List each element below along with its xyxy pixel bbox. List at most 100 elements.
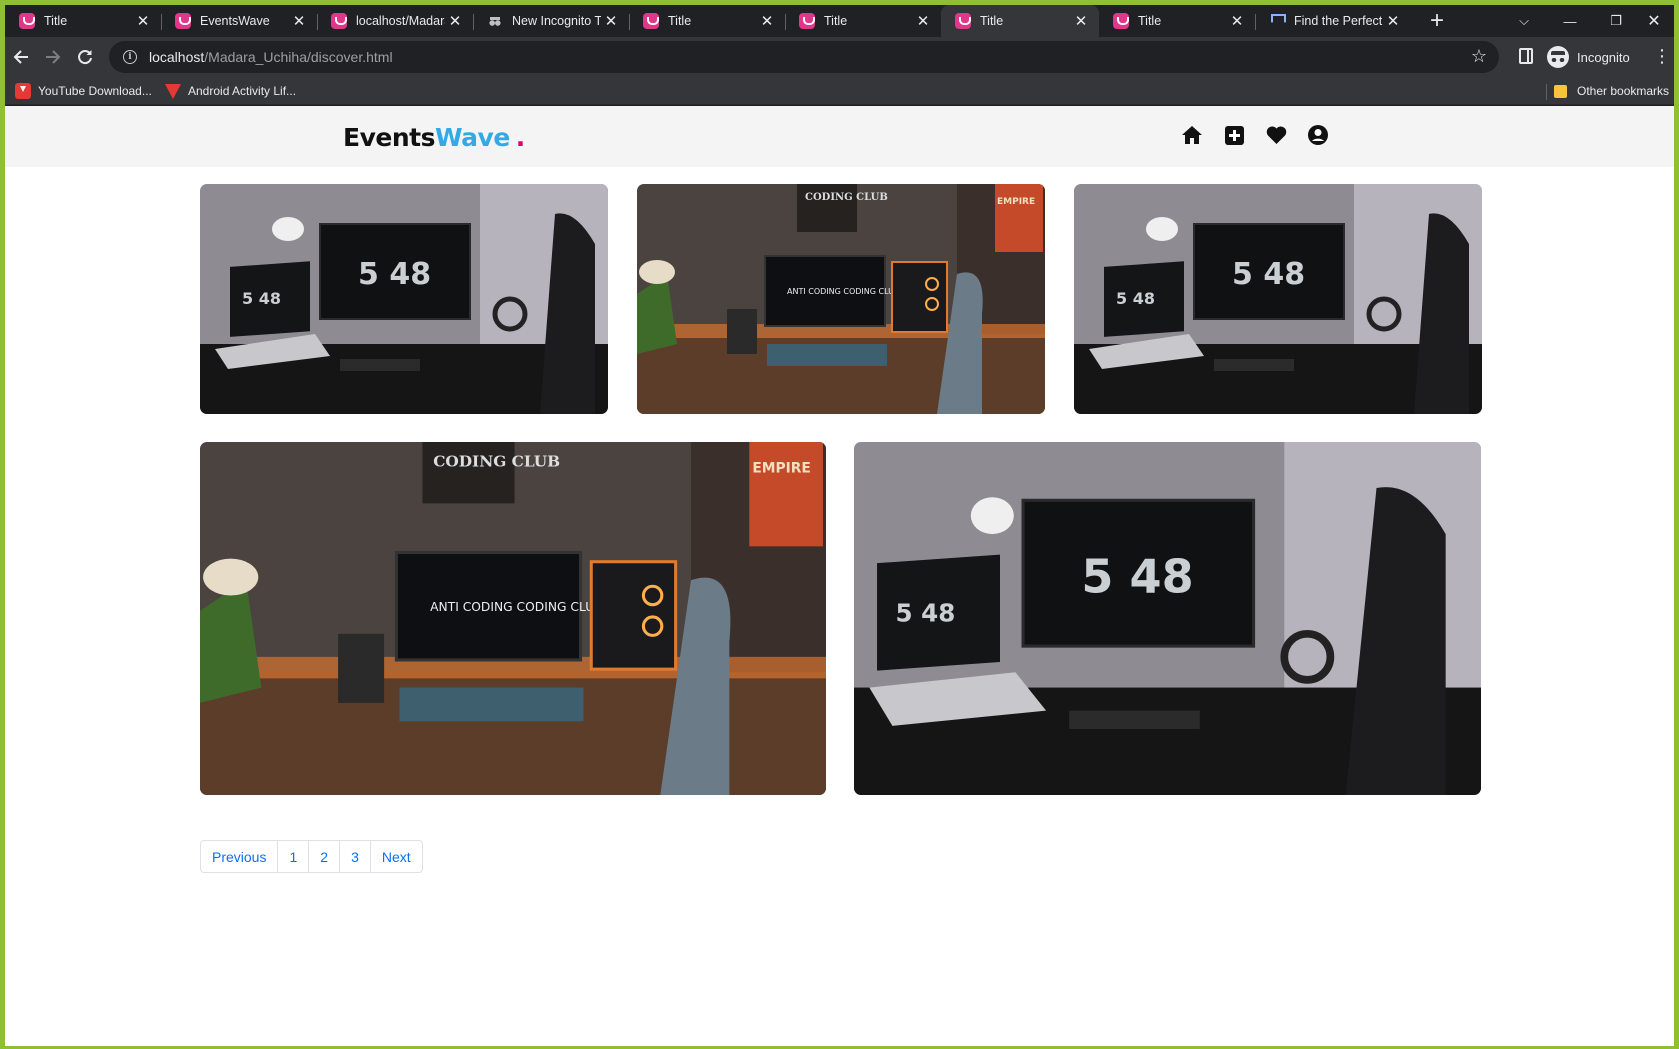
kebab-menu-icon[interactable]: ⋮ (1653, 45, 1671, 67)
site-nav (1181, 124, 1329, 146)
svg-text:5 48: 5 48 (895, 599, 955, 628)
bookmarks-separator (1546, 84, 1547, 100)
monitor-text: ANTI CODING CODING CLUB (787, 287, 900, 296)
pagination-previous[interactable]: Previous (200, 840, 279, 873)
close-window-button[interactable]: ✕ (1631, 5, 1674, 37)
pagination-page-3[interactable]: 3 (339, 840, 371, 873)
tab-title: EventsWave (200, 14, 270, 28)
tab-close-icon[interactable]: ✕ (1071, 12, 1091, 30)
tab-close-icon[interactable]: ✕ (445, 12, 465, 30)
tab-close-icon[interactable]: ✕ (757, 12, 777, 30)
site-logo[interactable]: EventsWave. (343, 123, 525, 152)
back-arrow-icon (13, 50, 28, 64)
tab-search-button[interactable]: ⌵ (1501, 5, 1547, 37)
tab-4[interactable]: New Incognito Ta ✕ (473, 5, 629, 37)
site-info-icon[interactable]: i (123, 50, 137, 64)
tab-5[interactable]: Title ✕ (629, 5, 785, 37)
coding-club-desk-photo: CODING CLUB EMPIRE ANTI CODING CODING CL… (200, 442, 826, 795)
logo-part-wave: Wave (434, 123, 510, 152)
bookmark-youtube-downloader[interactable]: YouTube Download... (15, 81, 152, 101)
minimize-button[interactable]: — (1547, 5, 1593, 37)
tab-close-icon[interactable]: ✕ (601, 12, 621, 30)
forward-arrow-icon (46, 50, 61, 64)
new-tab-button[interactable]: + (1430, 7, 1444, 35)
bookmark-star-icon[interactable]: ☆ (1471, 46, 1487, 67)
tab-3[interactable]: localhost/Madara ✕ (317, 5, 473, 37)
eventswave-favicon-icon (799, 13, 815, 29)
monitor-text: ANTI CODING CODING CLUB (430, 600, 602, 614)
gallery-image-1[interactable]: 5 48 5 48 (200, 184, 608, 414)
flag-icon (1269, 13, 1285, 29)
eventswave-favicon-icon (175, 13, 191, 29)
eventswave-favicon-icon (643, 13, 659, 29)
coding-club-desk-photo: CODING CLUB EMPIRE ANTI CODING CODING CL… (637, 184, 1045, 414)
url-path: /Madara_Uchiha/discover.html (204, 49, 393, 65)
tab-title: Title (1138, 14, 1162, 28)
tab-title: Find the Perfect I (1294, 14, 1383, 28)
gallery-image-5[interactable]: 5 48 5 48 (854, 442, 1481, 795)
tab-title: New Incognito Ta (512, 14, 601, 28)
incognito-icon (1547, 46, 1569, 68)
clock-text: 5 48 (1232, 257, 1305, 292)
pagination: Previous 1 2 3 Next (200, 840, 423, 873)
forward-button[interactable] (39, 43, 67, 71)
tab-close-icon[interactable]: ✕ (289, 12, 309, 30)
eventswave-favicon-icon (1113, 13, 1129, 29)
pagination-page-1[interactable]: 1 (277, 840, 310, 873)
address-bar[interactable]: i localhost /Madara_Uchiha/discover.html… (109, 41, 1499, 73)
tab-strip: Title ✕ EventsWave ✕ localhost/Madara ✕ … (5, 5, 1674, 37)
gallery-image-4[interactable]: CODING CLUB EMPIRE ANTI CODING CODING CL… (200, 442, 826, 795)
pagination-page-2[interactable]: 2 (308, 840, 341, 873)
user-profile-icon[interactable] (1307, 124, 1329, 146)
svg-text:5 48: 5 48 (242, 289, 281, 308)
bookmark-android-activity[interactable]: Android Activity Lif... (165, 81, 296, 101)
tab-7-active[interactable]: Title ✕ (941, 5, 1099, 37)
other-bookmarks[interactable]: Other bookmarks (1554, 81, 1669, 101)
pagination-next[interactable]: Next (369, 840, 423, 873)
browser-toolbar: i localhost /Madara_Uchiha/discover.html… (5, 37, 1674, 77)
other-bookmarks-label: Other bookmarks (1577, 84, 1670, 98)
home-icon[interactable] (1181, 124, 1203, 146)
svg-text:5 48: 5 48 (1116, 289, 1155, 308)
tab-title: localhost/Madara (356, 14, 445, 28)
side-poster-text: EMPIRE (752, 461, 810, 477)
logo-part-events: Events (343, 123, 435, 152)
vue-logo-icon (165, 83, 181, 99)
folder-icon (1554, 84, 1567, 98)
favorites-heart-icon[interactable] (1265, 124, 1287, 146)
bookmark-label: Android Activity Lif... (188, 84, 297, 98)
tab-2[interactable]: EventsWave ✕ (161, 5, 317, 37)
tab-close-icon[interactable]: ✕ (1227, 12, 1247, 30)
gallery-image-3[interactable]: 5 48 5 48 (1074, 184, 1482, 414)
tab-close-icon[interactable]: ✕ (1383, 12, 1403, 30)
page-viewport: EventsWave. 5 48 5 48 CODING CLUB EMPIRE… (5, 106, 1674, 1046)
youtube-downloader-icon (15, 83, 31, 99)
tab-1[interactable]: Title ✕ (5, 5, 161, 37)
back-button[interactable] (7, 43, 35, 71)
desk-setup-photo: 5 48 5 48 (854, 442, 1481, 795)
tab-title: Title (668, 14, 692, 28)
incognito-icon (487, 13, 503, 29)
tab-8[interactable]: Title ✕ (1099, 5, 1255, 37)
tab-close-icon[interactable]: ✕ (913, 12, 933, 30)
logo-dot: . (515, 123, 526, 152)
url-host: localhost (149, 49, 205, 65)
reload-icon (78, 50, 92, 65)
clock-text: 5 48 (1081, 549, 1193, 603)
tab-close-icon[interactable]: ✕ (133, 12, 153, 30)
poster-text: CODING CLUB (433, 453, 560, 471)
tab-6[interactable]: Title ✕ (785, 5, 941, 37)
tab-9[interactable]: Find the Perfect I ✕ (1255, 5, 1411, 37)
tab-title: Title (824, 14, 848, 28)
poster-text: CODING CLUB (805, 192, 888, 203)
gallery-image-2[interactable]: CODING CLUB EMPIRE ANTI CODING CODING CL… (637, 184, 1045, 414)
desk-setup-photo: 5 48 5 48 (200, 184, 608, 414)
bookmarks-bar: YouTube Download... Android Activity Lif… (5, 77, 1674, 105)
incognito-profile-button[interactable]: Incognito (1547, 42, 1630, 72)
tab-title: Title (44, 14, 68, 28)
site-header: EventsWave. (5, 106, 1674, 167)
side-panel-icon[interactable] (1519, 48, 1533, 64)
reload-button[interactable] (71, 43, 99, 71)
eventswave-favicon-icon (19, 13, 35, 29)
add-event-icon[interactable] (1223, 124, 1245, 146)
